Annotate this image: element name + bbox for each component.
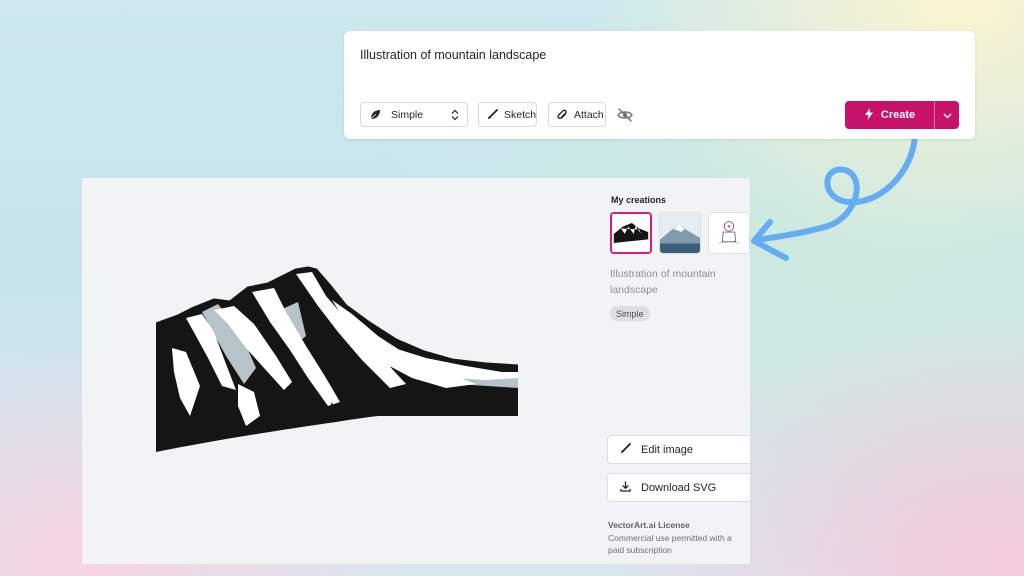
attach-label: Attach — [574, 108, 604, 121]
license-text: Commercial use permitted with a paid sub… — [608, 533, 732, 555]
style-select[interactable]: Simple — [360, 102, 468, 127]
result-panel: My creations Illustration of mountain la… — [82, 178, 750, 564]
style-select-value: Simple — [391, 108, 424, 121]
attach-button[interactable]: Attach — [548, 102, 606, 127]
brush-icon — [487, 109, 498, 120]
creation-thumbnail[interactable] — [708, 212, 750, 254]
chevron-down-icon — [943, 106, 952, 124]
download-icon — [620, 480, 631, 495]
create-button-group: Create — [845, 101, 959, 129]
leaf-icon — [369, 109, 381, 121]
prompt-toolbar: Simple Sketch Attach Create — [360, 101, 959, 129]
creation-description: Illustration of mountain landscape — [610, 268, 716, 296]
chevron-updown-icon — [451, 109, 459, 121]
sketch-button[interactable]: Sketch — [478, 102, 537, 127]
creation-thumbnail[interactable] — [610, 212, 652, 254]
eye-off-icon[interactable] — [616, 106, 634, 124]
edit-image-label: Edit image — [641, 443, 693, 456]
create-button[interactable]: Create — [845, 101, 934, 129]
create-dropdown-button[interactable] — [935, 101, 959, 129]
creations-title: My creations — [611, 195, 667, 205]
prompt-card: Illustration of mountain landscape Simpl… — [344, 31, 975, 139]
creation-thumbnail[interactable] — [659, 212, 701, 254]
generated-artwork — [156, 266, 519, 452]
edit-image-button[interactable]: Edit image — [607, 435, 750, 464]
license-title: VectorArt.ai License — [608, 520, 690, 530]
download-svg-label: Download SVG — [641, 481, 717, 494]
create-label: Create — [880, 109, 916, 121]
brush-icon — [620, 442, 631, 457]
sketch-label: Sketch — [504, 108, 537, 121]
paperclip-icon — [557, 109, 568, 120]
prompt-input[interactable]: Illustration of mountain landscape — [360, 48, 546, 62]
style-tag: Simple — [610, 306, 650, 321]
download-svg-button[interactable]: Download SVG — [607, 473, 750, 502]
creations-sidebar: My creations Illustration of mountain la… — [607, 178, 750, 564]
lightning-icon — [864, 107, 874, 123]
